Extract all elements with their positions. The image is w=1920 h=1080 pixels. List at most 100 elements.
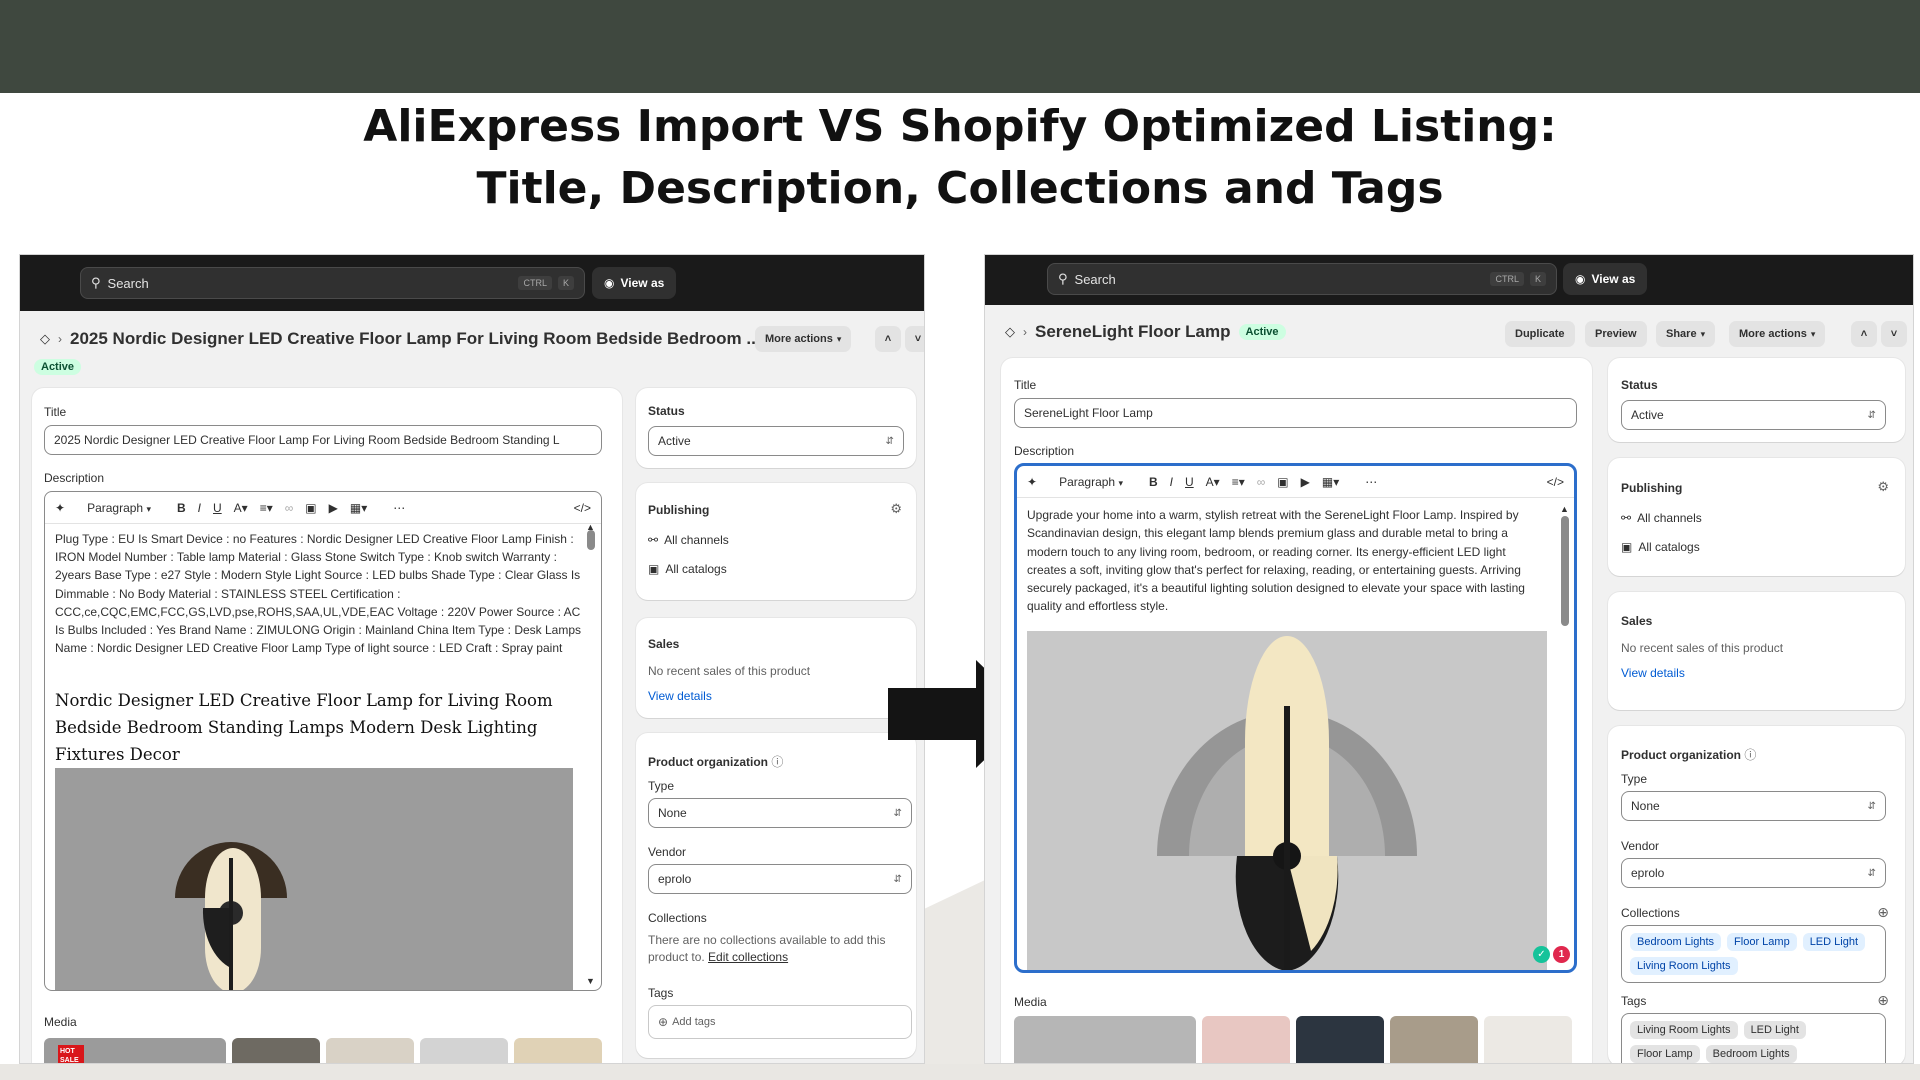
view-as-button[interactable]: ◉ View as: [1563, 263, 1648, 295]
media-thumbnail[interactable]: [1484, 1016, 1572, 1063]
italic-icon[interactable]: I: [198, 501, 201, 515]
link-icon[interactable]: ∞: [285, 501, 294, 515]
table-icon[interactable]: ▦▾: [350, 501, 367, 515]
all-catalogs-row[interactable]: ▣ All catalogs: [648, 562, 727, 576]
media-thumbnail[interactable]: [1014, 1016, 1196, 1063]
more-actions-button[interactable]: More actions ▾: [1729, 321, 1826, 347]
media-thumbnail[interactable]: [232, 1038, 320, 1063]
status-card: Status Active ⇵: [636, 388, 916, 468]
underline-icon[interactable]: U: [1185, 475, 1194, 489]
tag-icon: ◇: [40, 331, 50, 346]
eye-icon: ◉: [1575, 272, 1586, 286]
title-input[interactable]: SereneLight Floor Lamp: [1014, 398, 1577, 428]
share-button[interactable]: Share ▾: [1656, 321, 1716, 347]
collection-chip[interactable]: Living Room Lights: [1630, 957, 1738, 975]
paragraph-select[interactable]: Paragraph ▾: [87, 501, 151, 515]
media-thumbnail[interactable]: [1390, 1016, 1478, 1063]
paragraph-select[interactable]: Paragraph ▾: [1059, 475, 1123, 489]
more-icon[interactable]: ⋯: [1365, 475, 1377, 489]
link-icon[interactable]: ∞: [1257, 475, 1266, 489]
type-select[interactable]: None ⇵: [1621, 791, 1886, 821]
text-color-icon[interactable]: A▾: [234, 501, 248, 515]
media-thumbnail[interactable]: [1202, 1016, 1290, 1063]
all-catalogs-row[interactable]: ▣ All catalogs: [1621, 540, 1700, 554]
view-details-link[interactable]: View details: [1621, 666, 1685, 680]
media-thumbnail[interactable]: [1296, 1016, 1384, 1063]
code-icon[interactable]: </>: [574, 501, 591, 515]
align-icon[interactable]: ≡▾: [260, 501, 273, 515]
admin-topbar: ⚲ Search CTRL K ◉ View as: [985, 255, 1913, 305]
sales-card: Sales No recent sales of this product Vi…: [1608, 592, 1905, 710]
editor-scrollbar[interactable]: [587, 530, 595, 550]
tags-box[interactable]: Living Room Lights LED Light Floor Lamp …: [1621, 1013, 1886, 1063]
bold-icon[interactable]: B: [177, 501, 186, 515]
collection-chip[interactable]: Bedroom Lights: [1630, 933, 1722, 951]
grammar-check-icon[interactable]: ✓: [1533, 946, 1550, 963]
next-product-button[interactable]: ˅: [905, 326, 924, 352]
code-icon[interactable]: </>: [1547, 475, 1564, 489]
ai-magic-icon[interactable]: ✦: [55, 501, 65, 515]
search-bar[interactable]: ⚲ Search CTRL K: [80, 267, 585, 299]
status-select[interactable]: Active ⇵: [1621, 400, 1886, 430]
image-icon[interactable]: ▣: [305, 501, 316, 515]
publishing-settings-icon[interactable]: ⚙: [890, 501, 902, 517]
edit-collections-link[interactable]: Edit collections: [708, 950, 788, 964]
add-tag-icon[interactable]: ⊕: [1877, 992, 1889, 1009]
all-channels-row[interactable]: ⚯ All channels: [1621, 511, 1702, 525]
image-icon[interactable]: ▣: [1277, 475, 1288, 489]
next-product-button[interactable]: ˅: [1881, 321, 1907, 347]
previous-product-button[interactable]: ˄: [1851, 321, 1877, 347]
status-select[interactable]: Active ⇵: [648, 426, 904, 456]
media-thumbnail[interactable]: [420, 1038, 508, 1063]
tag-chip[interactable]: Floor Lamp: [1630, 1045, 1700, 1063]
tag-chip[interactable]: Living Room Lights: [1630, 1021, 1738, 1039]
shopify-optimized-screenshot: ⚲ Search CTRL K ◉ View as ◇ › SereneLight…: [984, 254, 1914, 1064]
tag-chip[interactable]: LED Light: [1743, 1021, 1806, 1039]
title-input[interactable]: 2025 Nordic Designer LED Creative Floor …: [44, 425, 602, 455]
select-arrows-icon: ⇵: [1867, 800, 1876, 812]
editor-scrollbar[interactable]: [1561, 516, 1569, 626]
sales-card: Sales No recent sales of this product Vi…: [636, 618, 916, 718]
duplicate-button[interactable]: Duplicate: [1505, 321, 1575, 347]
collection-chip[interactable]: LED Light: [1802, 933, 1865, 951]
align-icon[interactable]: ≡▾: [1232, 475, 1245, 489]
all-channels-row[interactable]: ⚯ All channels: [648, 533, 729, 547]
media-thumbnail[interactable]: [326, 1038, 414, 1063]
previous-product-button[interactable]: ˄: [875, 326, 901, 352]
type-select[interactable]: None ⇵: [648, 798, 912, 828]
editor-toolbar: ✦ Paragraph ▾ B I U A▾ ≡▾ ∞ ▣ ▶ ▦▾ ⋯ </>: [45, 492, 601, 524]
lamp-illustration: [55, 768, 573, 990]
media-thumbnail[interactable]: HOT SALE: [44, 1038, 226, 1063]
more-actions-button[interactable]: More actions ▾: [755, 326, 852, 352]
view-details-link[interactable]: View details: [648, 689, 712, 703]
tags-input[interactable]: ⊕ Add tags: [648, 1005, 912, 1039]
video-icon[interactable]: ▶: [1301, 475, 1310, 489]
description-editor[interactable]: ✦ Paragraph ▾ B I U A▾ ≡▾ ∞ ▣ ▶ ▦▾ ⋯ </>…: [44, 491, 602, 991]
status-badge: Active: [34, 359, 82, 375]
bold-icon[interactable]: B: [1149, 475, 1158, 489]
video-icon[interactable]: ▶: [329, 501, 338, 515]
underline-icon[interactable]: U: [213, 501, 222, 515]
more-icon[interactable]: ⋯: [393, 501, 405, 515]
search-bar[interactable]: ⚲ Search CTRL K: [1047, 263, 1557, 295]
ai-magic-icon[interactable]: ✦: [1027, 475, 1037, 489]
text-color-icon[interactable]: A▾: [1206, 475, 1220, 489]
publishing-settings-icon[interactable]: ⚙: [1877, 479, 1889, 495]
view-as-button[interactable]: ◉ View as: [592, 267, 677, 299]
italic-icon[interactable]: I: [1170, 475, 1173, 489]
channels-icon: ⚯: [648, 533, 659, 547]
description-editor[interactable]: ✦ Paragraph ▾ B I U A▾ ≡▾ ∞ ▣ ▶ ▦▾ ⋯ </>…: [1014, 463, 1577, 973]
vendor-select[interactable]: eprolo ⇵: [648, 864, 912, 894]
media-strip: HOT SALE: [44, 1038, 614, 1063]
scroll-up-icon[interactable]: ▲: [1560, 504, 1569, 514]
table-icon[interactable]: ▦▾: [1322, 475, 1339, 489]
scroll-down-icon[interactable]: ▼: [586, 976, 595, 986]
collection-chip[interactable]: Floor Lamp: [1727, 933, 1797, 951]
preview-button[interactable]: Preview: [1585, 321, 1647, 347]
media-thumbnail[interactable]: [514, 1038, 602, 1063]
tag-chip[interactable]: Bedroom Lights: [1705, 1045, 1797, 1063]
add-collection-icon[interactable]: ⊕: [1877, 904, 1889, 921]
scroll-up-icon[interactable]: ▲: [586, 522, 595, 532]
vendor-select[interactable]: eprolo ⇵: [1621, 858, 1886, 888]
collections-box[interactable]: Bedroom Lights Floor Lamp LED Light Livi…: [1621, 925, 1886, 983]
